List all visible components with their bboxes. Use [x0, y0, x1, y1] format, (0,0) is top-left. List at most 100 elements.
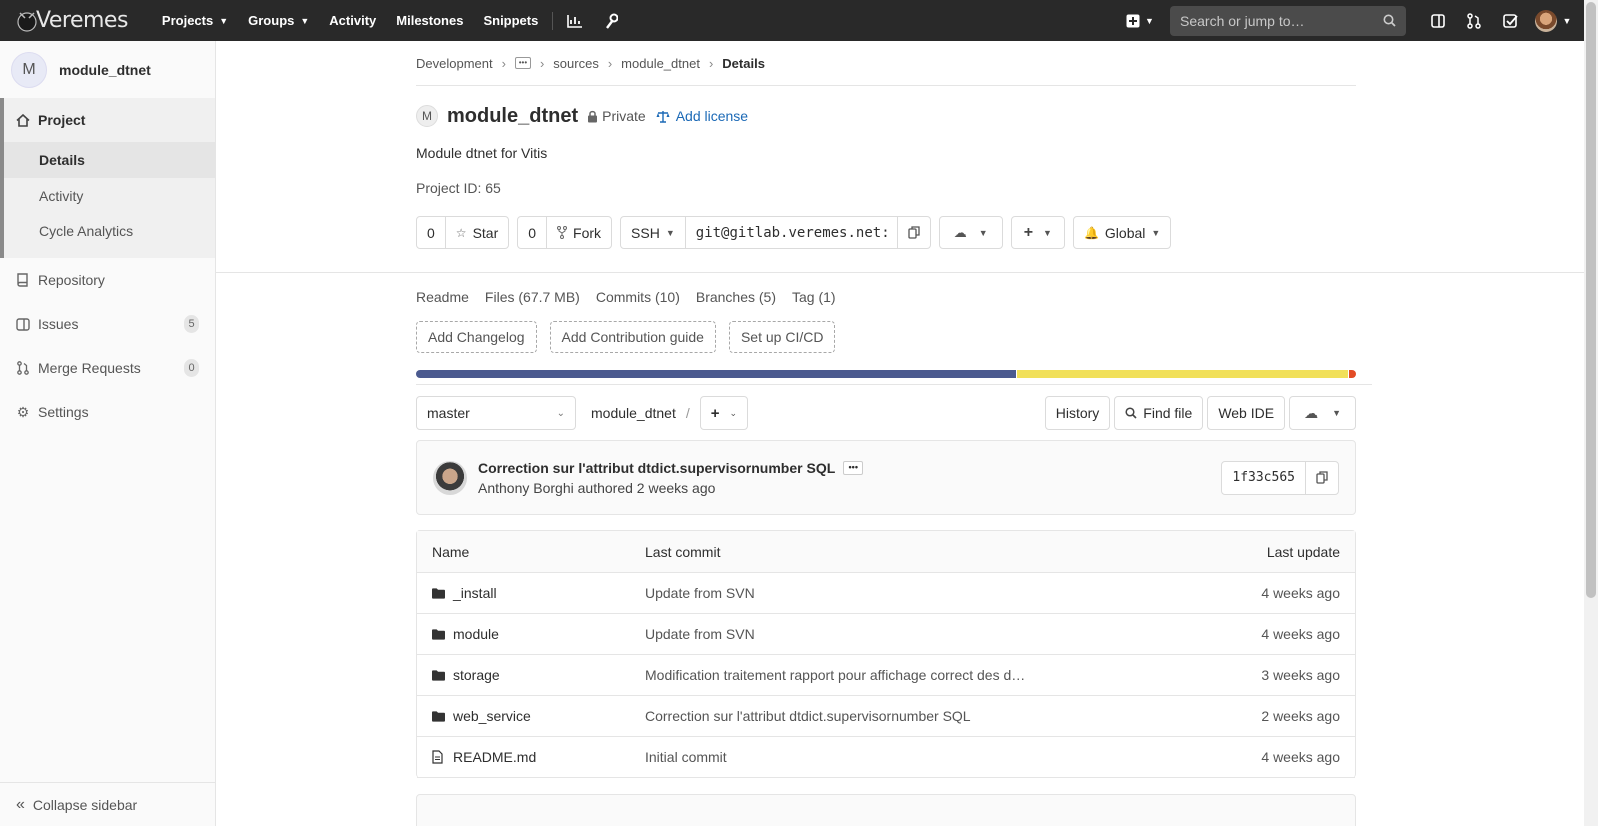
- star-button[interactable]: ☆ Star: [444, 217, 508, 248]
- brand-logo[interactable]: Veremes: [16, 0, 128, 41]
- fork-button-group: 0 Fork: [517, 216, 613, 249]
- add-license-link[interactable]: Add license: [656, 108, 748, 124]
- sidebar-item-issues[interactable]: Issues 5: [0, 302, 215, 346]
- nav-groups-label: Groups: [248, 13, 295, 28]
- fork-icon: [557, 226, 568, 239]
- copy-url-button[interactable]: [896, 217, 930, 248]
- table-row[interactable]: README.md Initial commit 4 weeks ago: [417, 737, 1355, 778]
- breadcrumb-development[interactable]: Development: [416, 56, 493, 71]
- clone-url-input[interactable]: git@gitlab.veremes.net:: [684, 217, 897, 248]
- table-row[interactable]: _install Update from SVN 4 weeks ago: [417, 573, 1355, 614]
- file-name[interactable]: storage: [453, 667, 500, 683]
- stat-readme[interactable]: Readme: [416, 289, 469, 305]
- sidebar-item-settings[interactable]: ⚙ Settings: [0, 390, 215, 434]
- project-stats: Readme Files (67.7 MB) Commits (10) Bran…: [416, 287, 1356, 307]
- nav-activity[interactable]: Activity: [319, 0, 386, 41]
- stat-branches[interactable]: Branches (5): [696, 289, 776, 305]
- file-name[interactable]: web_service: [453, 708, 531, 724]
- breadcrumb-sources[interactable]: sources: [553, 56, 599, 71]
- breadcrumb-current[interactable]: Details: [722, 56, 765, 71]
- table-row[interactable]: module Update from SVN 4 weeks ago: [417, 614, 1355, 655]
- history-button[interactable]: History: [1044, 396, 1111, 430]
- sidebar-item-project[interactable]: Project: [4, 98, 215, 142]
- merge-request-icon[interactable]: [1456, 0, 1492, 41]
- file-name[interactable]: _install: [453, 585, 497, 601]
- breadcrumb-project[interactable]: module_dtnet: [621, 56, 700, 71]
- nav-projects[interactable]: Projects ▼: [152, 0, 238, 41]
- stat-commits[interactable]: Commits (10): [596, 289, 680, 305]
- setup-ci-cd-button[interactable]: Set up CI/CD: [728, 321, 836, 353]
- todos-icon[interactable]: [1492, 0, 1528, 41]
- fork-button[interactable]: Fork: [546, 217, 611, 248]
- table-row[interactable]: web_service Correction sur l'attribut dtd…: [417, 696, 1355, 737]
- add-changelog-button[interactable]: Add Changelog: [416, 321, 537, 353]
- tree-toolbar: master ⌄ module_dtnet / + ⌄ History Find…: [416, 396, 1356, 430]
- main-content: Development › ••• › sources › module_dtn…: [216, 41, 1584, 826]
- nav-milestones[interactable]: Milestones: [386, 0, 473, 41]
- commit-sha[interactable]: 1f33c565: [1222, 462, 1305, 494]
- file-last-commit[interactable]: Initial commit: [645, 749, 1190, 765]
- sidebar-item-repository[interactable]: Repository: [0, 258, 215, 302]
- search-input[interactable]: Search or jump to…: [1170, 5, 1406, 36]
- file-last-commit[interactable]: Modification traitement rapport pour aff…: [645, 667, 1190, 683]
- copy-sha-button[interactable]: [1305, 461, 1338, 494]
- collapse-sidebar-label: Collapse sidebar: [32, 796, 138, 813]
- notification-dropdown[interactable]: 🔔 Global ▼: [1072, 216, 1172, 249]
- stat-files[interactable]: Files (67.7 MB): [485, 289, 580, 305]
- nav-groups[interactable]: Groups ▼: [238, 0, 319, 41]
- sidebar-item-activity[interactable]: Activity: [4, 178, 215, 214]
- stat-tags[interactable]: Tag (1): [792, 289, 836, 305]
- veremes-logo-icon: [17, 11, 37, 32]
- clone-protocol-dropdown[interactable]: SSH ▼: [621, 217, 685, 248]
- web-ide-button[interactable]: Web IDE: [1207, 396, 1286, 430]
- language-segment[interactable]: [1017, 370, 1348, 378]
- collapse-sidebar-button[interactable]: « Collapse sidebar: [0, 782, 215, 826]
- issues-sidebar-icon[interactable]: [1420, 0, 1456, 41]
- branch-selector[interactable]: master ⌄: [416, 396, 576, 430]
- commit-title-link[interactable]: Correction sur l'attribut dtdict.supervi…: [478, 460, 835, 476]
- download-dropdown[interactable]: ☁ ▼: [938, 216, 1003, 249]
- file-name[interactable]: module: [453, 626, 499, 642]
- file-name[interactable]: README.md: [453, 749, 536, 765]
- search-icon: [1125, 407, 1137, 419]
- download-source-dropdown[interactable]: ☁ ▼: [1289, 396, 1356, 430]
- tree-path-root[interactable]: module_dtnet: [591, 405, 676, 421]
- sidebar-item-merge-requests[interactable]: Merge Requests 0: [0, 346, 215, 390]
- add-to-tree-dropdown[interactable]: + ⌄: [699, 396, 749, 430]
- breadcrumb-expand-button[interactable]: •••: [514, 57, 531, 69]
- divider: [216, 272, 1584, 273]
- star-count[interactable]: 0: [417, 217, 445, 248]
- issues-count-badge: 5: [184, 315, 199, 333]
- nav-snippets[interactable]: Snippets: [473, 0, 548, 41]
- wrench-icon[interactable]: [593, 0, 629, 41]
- commit-meta: Anthony Borghi authored 2 weeks ago: [478, 479, 716, 496]
- find-file-button[interactable]: Find file: [1114, 396, 1204, 430]
- caret-down-icon: ▼: [1043, 227, 1052, 238]
- chart-icon[interactable]: [557, 0, 593, 41]
- user-menu[interactable]: ▼: [1528, 0, 1578, 41]
- scrollbar-thumb[interactable]: [1586, 2, 1596, 598]
- star-button-group: 0 ☆ Star: [416, 216, 510, 249]
- table-row[interactable]: storage Modification traitement rapport p…: [417, 655, 1355, 696]
- commit-title: Correction sur l'attribut dtdict.supervi…: [478, 460, 864, 476]
- project-avatar: M: [11, 51, 47, 88]
- file-last-commit[interactable]: Correction sur l'attribut dtdict.supervi…: [645, 708, 1190, 724]
- fork-count[interactable]: 0: [518, 217, 546, 248]
- star-icon: ☆: [455, 225, 467, 240]
- file-last-commit[interactable]: Update from SVN: [645, 585, 1190, 601]
- language-segment[interactable]: [1348, 370, 1356, 378]
- sidebar-item-cycle-analytics[interactable]: Cycle Analytics: [4, 214, 215, 258]
- add-contribution-guide-button[interactable]: Add Contribution guide: [549, 321, 716, 353]
- new-item-icon[interactable]: ▼: [1120, 0, 1160, 41]
- file-last-commit[interactable]: Update from SVN: [645, 626, 1190, 642]
- sidebar-item-details[interactable]: Details: [4, 142, 215, 178]
- sidebar-project-header[interactable]: M module_dtnet: [0, 41, 215, 98]
- nav-divider: [552, 11, 554, 30]
- author-avatar[interactable]: [433, 460, 467, 495]
- merge-requests-count-badge: 0: [184, 359, 199, 377]
- language-segment[interactable]: [416, 370, 1017, 378]
- merge-request-icon: [16, 361, 30, 375]
- commit-expand-button[interactable]: •••: [843, 460, 864, 475]
- page-scrollbar[interactable]: [1584, 0, 1598, 826]
- add-dropdown[interactable]: + ▼: [1010, 216, 1065, 249]
